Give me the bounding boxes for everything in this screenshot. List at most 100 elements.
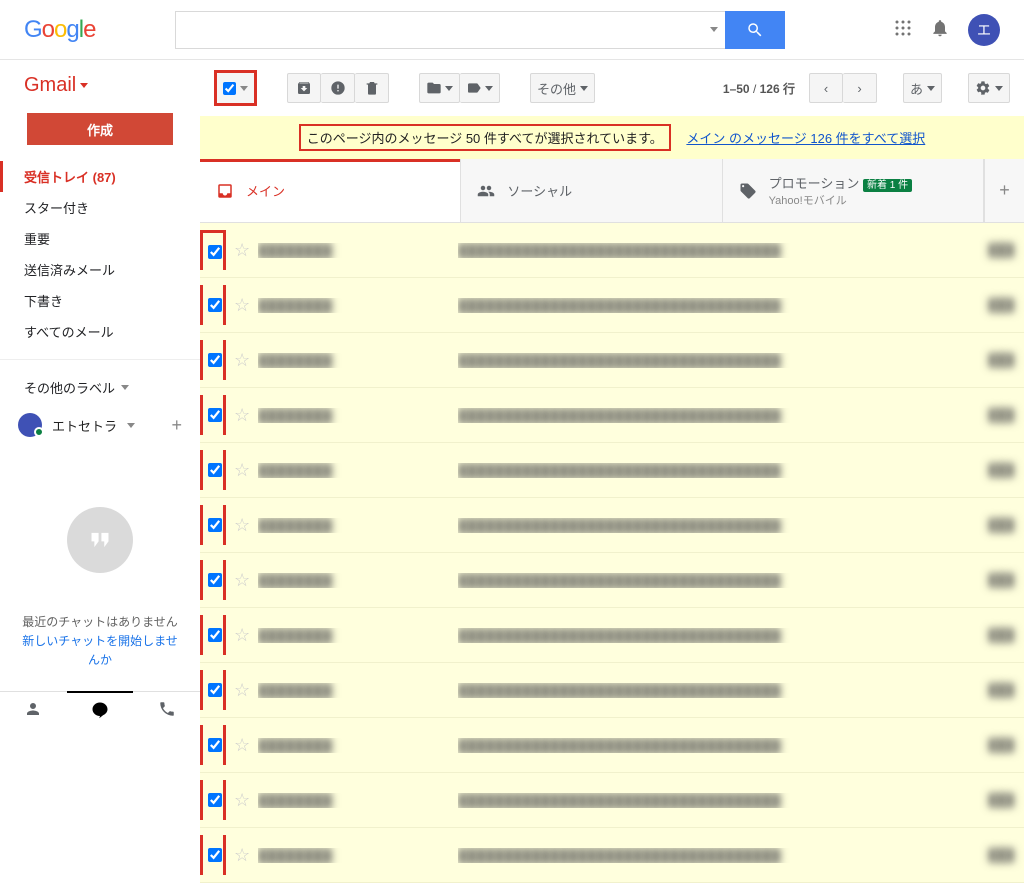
row-checkbox[interactable] [208,793,222,807]
hangouts-start-link[interactable]: 新しいチャットを開始しませんか [20,632,180,670]
gmail-label[interactable]: Gmail [0,74,200,97]
star-icon[interactable]: ☆ [234,350,250,371]
table-row[interactable]: ☆███████████████████████████████████████… [200,278,1024,333]
row-checkbox-highlight [200,505,226,545]
gmail-dropdown-icon [80,83,88,88]
prev-page-button[interactable]: ‹ [809,73,843,103]
row-checkbox-highlight [200,780,226,820]
selection-banner: このページ内のメッセージ 50 件すべてが選択されています。 メイン のメッセー… [200,116,1024,159]
row-checkbox[interactable] [208,518,222,532]
banner-select-all-link[interactable]: メイン のメッセージ 126 件をすべて選択 [686,131,925,146]
select-all-checkbox[interactable] [217,73,254,103]
star-icon[interactable]: ☆ [234,625,250,646]
notifications-icon[interactable] [930,18,950,41]
settings-button[interactable] [968,73,1010,103]
sidebar-item-drafts[interactable]: 下書き [0,285,200,316]
tab-add[interactable]: + [984,159,1024,222]
row-checkbox-highlight [200,725,226,765]
row-checkbox-highlight [200,835,226,875]
sidebar-item-allmail[interactable]: すべてのメール [0,316,200,347]
message-list: ☆███████████████████████████████████████… [200,223,1024,883]
row-checkbox-highlight [200,560,226,600]
star-icon[interactable]: ☆ [234,735,250,756]
table-row[interactable]: ☆███████████████████████████████████████… [200,553,1024,608]
row-checkbox[interactable] [208,353,222,367]
row-checkbox-highlight [200,340,226,380]
pagination-counter[interactable]: 1–50 / 126 行 [723,80,795,97]
table-row[interactable]: ☆███████████████████████████████████████… [200,608,1024,663]
spam-button[interactable] [321,73,355,103]
tab-social[interactable]: ソーシャル [461,159,722,222]
row-checkbox[interactable] [208,683,222,697]
date: ███ [964,243,1014,257]
search-dropdown[interactable] [703,11,725,49]
star-icon[interactable]: ☆ [234,240,250,261]
star-icon[interactable]: ☆ [234,515,250,536]
table-row[interactable]: ☆███████████████████████████████████████… [200,828,1024,883]
input-method-button[interactable]: あ [903,73,942,103]
date: ███ [964,518,1014,532]
sender: ████████ [258,298,458,313]
search-input[interactable] [175,11,703,49]
row-checkbox[interactable] [208,408,222,422]
row-checkbox[interactable] [208,848,222,862]
more-button[interactable]: その他 [530,73,595,103]
row-checkbox[interactable] [208,245,222,259]
next-page-button[interactable]: › [843,73,877,103]
table-row[interactable]: ☆███████████████████████████████████████… [200,333,1024,388]
sidebar-item-inbox[interactable]: 受信トレイ (87) [0,161,200,192]
star-icon[interactable]: ☆ [234,405,250,426]
google-logo[interactable]: Google [24,16,95,44]
table-row[interactable]: ☆███████████████████████████████████████… [200,498,1024,553]
row-checkbox[interactable] [208,738,222,752]
archive-button[interactable] [287,73,321,103]
avatar[interactable]: エ [968,14,1000,46]
table-row[interactable]: ☆███████████████████████████████████████… [200,223,1024,278]
star-icon[interactable]: ☆ [234,790,250,811]
sidebar-more-labels[interactable]: その他のラベル [0,372,200,403]
label-button[interactable] [460,73,500,103]
table-row[interactable]: ☆███████████████████████████████████████… [200,388,1024,443]
row-checkbox[interactable] [208,573,222,587]
sender: ████████ [258,243,458,258]
sender: ████████ [258,408,458,423]
tag-icon [739,182,757,200]
row-checkbox[interactable] [208,628,222,642]
search-button[interactable] [725,11,785,49]
delete-button[interactable] [355,73,389,103]
search-icon [746,21,764,39]
presence-avatar[interactable] [18,413,42,437]
sender: ████████ [258,738,458,753]
search-box [175,11,785,49]
sidebar-item-sent[interactable]: 送信済みメール [0,254,200,285]
row-checkbox[interactable] [208,298,222,312]
star-icon[interactable]: ☆ [234,460,250,481]
star-icon[interactable]: ☆ [234,295,250,316]
chevron-down-icon[interactable] [127,423,135,428]
sidebar-item-important[interactable]: 重要 [0,223,200,254]
compose-button[interactable]: 作成 [27,113,173,145]
row-checkbox-highlight [200,230,226,270]
table-row[interactable]: ☆███████████████████████████████████████… [200,773,1024,828]
tab-primary[interactable]: メイン [200,159,461,222]
date: ███ [964,738,1014,752]
date: ███ [964,463,1014,477]
row-checkbox-highlight [200,450,226,490]
apps-icon[interactable] [894,19,912,40]
add-contact-button[interactable]: + [171,415,182,436]
star-icon[interactable]: ☆ [234,570,250,591]
star-icon[interactable]: ☆ [234,845,250,866]
row-checkbox[interactable] [208,463,222,477]
sidebar-item-starred[interactable]: スター付き [0,192,200,223]
table-row[interactable]: ☆███████████████████████████████████████… [200,718,1024,773]
moveto-button[interactable] [419,73,460,103]
tab-promotions[interactable]: プロモーション 新着 1 件 Yahoo!モバイル [723,159,984,222]
star-icon[interactable]: ☆ [234,680,250,701]
contacts-tab-icon[interactable] [0,692,67,727]
sender: ████████ [258,353,458,368]
subject: ███████████████████████████████████ [458,793,964,808]
table-row[interactable]: ☆███████████████████████████████████████… [200,663,1024,718]
phone-tab-icon[interactable] [133,692,200,727]
table-row[interactable]: ☆███████████████████████████████████████… [200,443,1024,498]
hangouts-tab-icon[interactable] [67,691,134,727]
